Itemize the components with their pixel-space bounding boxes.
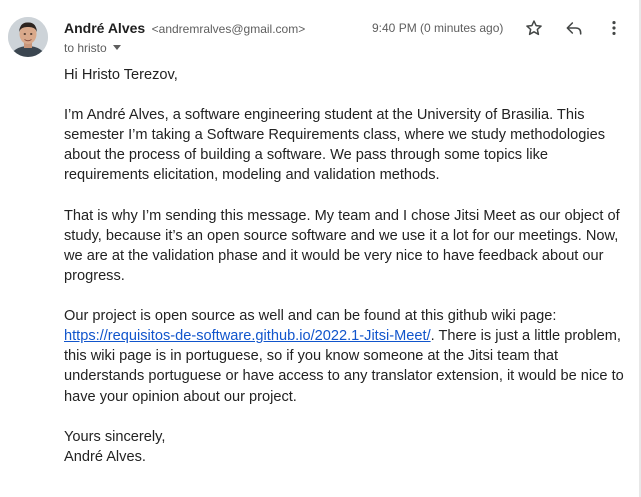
sender-email: <andremralves@gmail.com> <box>151 22 306 36</box>
star-button[interactable] <box>520 14 548 42</box>
wiki-link[interactable]: https://requisitos-de-software.github.io… <box>64 328 431 344</box>
sender-line: André Alves <andremralves@gmail.com> <box>64 18 305 39</box>
message-body: Hi Hristo Terezov, I’m André Alves, a so… <box>64 65 630 467</box>
more-options-button[interactable] <box>600 14 628 42</box>
recipient-label: to hristo <box>64 41 107 55</box>
paragraph-reason: That is why I’m sending this message. My… <box>64 207 620 284</box>
closing: Yours sincerely, <box>64 428 166 445</box>
recipient-line: to hristo <box>64 39 121 57</box>
paragraph-project: Our project is open source as well and c… <box>64 306 630 406</box>
reply-button[interactable] <box>560 14 588 42</box>
timestamp: 9:40 PM (0 minutes ago) <box>372 21 504 35</box>
paragraph-intro: I’m André Alves, a software engineering … <box>64 107 606 184</box>
caret-down-icon[interactable] <box>112 45 121 50</box>
project-intro-text: Our project is open source as well and c… <box>64 308 557 325</box>
star-icon <box>526 20 542 36</box>
more-vert-icon <box>612 21 616 35</box>
signature: André Alves. <box>64 448 146 465</box>
sender-name[interactable]: André Alves <box>64 20 145 36</box>
reply-icon <box>566 22 582 35</box>
avatar[interactable] <box>8 17 48 57</box>
greeting: Hi Hristo Terezov, <box>64 67 178 83</box>
